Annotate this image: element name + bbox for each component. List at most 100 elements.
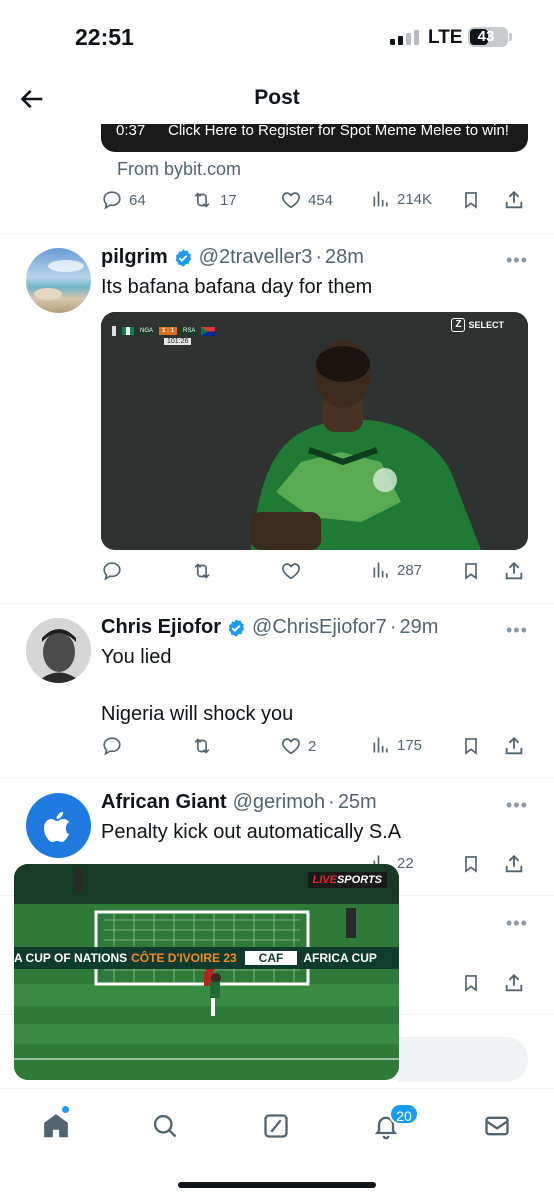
scoreboard: NGA 1 : 1 RSA [109,324,216,338]
share-button[interactable] [503,853,525,875]
bookmark-button[interactable] [461,853,481,875]
tweet-actions: 287 [101,560,531,590]
tweet-video[interactable]: NGA 1 : 1 RSA 101:26 Z SELECT [101,312,528,550]
tweet-time[interactable]: 25m [338,791,377,814]
tweet-author-line: pilgrim @2traveller3 · 28m [101,246,364,269]
bookmark-icon [465,192,477,209]
view-count: 214K [397,190,433,208]
bookmark-button[interactable] [461,189,481,211]
reply-count: 64 [129,191,146,209]
reply-icon [103,737,121,756]
home-indicator[interactable] [178,1182,376,1188]
mail-icon [485,1116,509,1136]
verified-badge-icon [175,248,191,267]
author-name[interactable]: pilgrim [101,246,168,269]
view-count: 22 [397,854,414,872]
views-icon [373,191,388,207]
away-team: RSA [180,327,199,335]
tab-search[interactable] [148,1109,182,1143]
reply-icon [103,562,121,581]
share-icon [505,854,523,873]
tweet-text: Nigeria will shock you [101,703,294,725]
author-name[interactable]: African Giant [101,791,227,814]
author-name[interactable]: Chris Ejiofor [101,616,221,639]
avatar[interactable] [26,793,91,858]
like-button[interactable]: 454 [280,189,333,211]
repost-button[interactable] [190,735,214,757]
tab-messages[interactable] [480,1109,514,1143]
divider [0,603,554,604]
grok-icon [264,1114,288,1138]
tweet-time[interactable]: 29m [399,616,438,639]
match-clock: 101:26 [164,338,192,345]
network-label: LTE [428,27,463,48]
reply-input-stub[interactable] [398,1037,528,1082]
tweet-text: Its bafana bafana day for them [101,276,373,298]
like-button[interactable] [280,560,302,582]
views-icon [373,737,388,753]
tab-grok[interactable] [259,1109,293,1143]
views-button[interactable]: 175 [371,735,422,755]
top-bar: Post [0,74,554,124]
ad-actions: 64 17 454 214K [101,189,531,219]
author-handle[interactable]: @ChrisEjiofor7 [252,616,387,639]
repost-button[interactable] [190,560,214,582]
bookmark-button[interactable] [461,972,481,994]
broadcaster-logo: Z SELECT [451,318,504,332]
repost-button[interactable]: 17 [190,189,237,211]
tweet-time[interactable]: 28m [325,246,364,269]
tweet-actions: 2 175 [101,735,531,765]
view-count: 287 [397,561,423,579]
more-options-icon[interactable]: ••• [506,620,528,641]
ad-video-time: 0:37 [116,122,146,139]
share-button[interactable] [503,735,525,757]
reply-button[interactable] [101,560,123,582]
more-options-icon[interactable]: ••• [506,250,528,271]
share-icon [505,736,523,755]
apple-logo-icon [44,812,69,842]
pip-video[interactable]: A CUP OF NATIONS CÔTE D'IVOIRE 23 CAF AF… [14,864,399,1080]
share-icon [505,561,523,580]
home-team: NGA [137,327,157,335]
tweet-text: You lied [101,646,172,668]
like-count: 454 [308,191,334,209]
more-options-icon[interactable]: ••• [506,795,528,816]
tab-home[interactable] [39,1109,73,1143]
bookmark-button[interactable] [461,735,481,757]
share-button[interactable] [503,189,525,211]
views-button[interactable]: 287 [371,560,422,580]
views-icon [373,562,388,578]
tweet-author-line: African Giant @gerimoh · 25m [101,791,377,814]
tweet-author-line: Chris Ejiofor @ChrisEjiofor7 · 29m [101,616,439,639]
avatar[interactable] [26,248,91,313]
author-handle[interactable]: @2traveller3 [199,246,313,269]
avatar[interactable] [26,618,91,683]
bookmark-icon [465,856,477,873]
ad-video-caption[interactable]: Click Here to Register for Spot Meme Mel… [168,122,509,139]
more-options-icon[interactable]: ••• [506,913,528,934]
new-posts-dot [62,1106,69,1113]
bookmark-icon [465,563,477,580]
like-button[interactable]: 2 [280,735,316,757]
repost-icon [194,738,210,754]
share-button[interactable] [503,560,525,582]
share-icon [505,973,523,992]
reply-button[interactable]: 64 [101,189,146,211]
page-title: Post [254,86,300,109]
broadcaster-logo: LIVESPORTS [307,872,387,888]
repost-icon [194,192,210,208]
verified-badge-icon [228,618,245,637]
status-bar: 22:51 LTE 43 [0,0,554,74]
share-button[interactable] [503,972,525,994]
match-score: 1 : 1 [159,327,178,335]
bookmark-button[interactable] [461,560,481,582]
status-time: 22:51 [75,24,134,50]
views-button[interactable]: 214K [371,189,432,209]
heart-icon [282,563,300,580]
signal-icon [390,29,419,45]
author-handle[interactable]: @gerimoh [233,791,326,814]
ad-source-link[interactable]: From bybit.com [117,159,241,180]
tweet-text: Penalty kick out automatically S.A [101,821,402,843]
reply-button[interactable] [101,735,123,757]
divider [0,233,554,234]
